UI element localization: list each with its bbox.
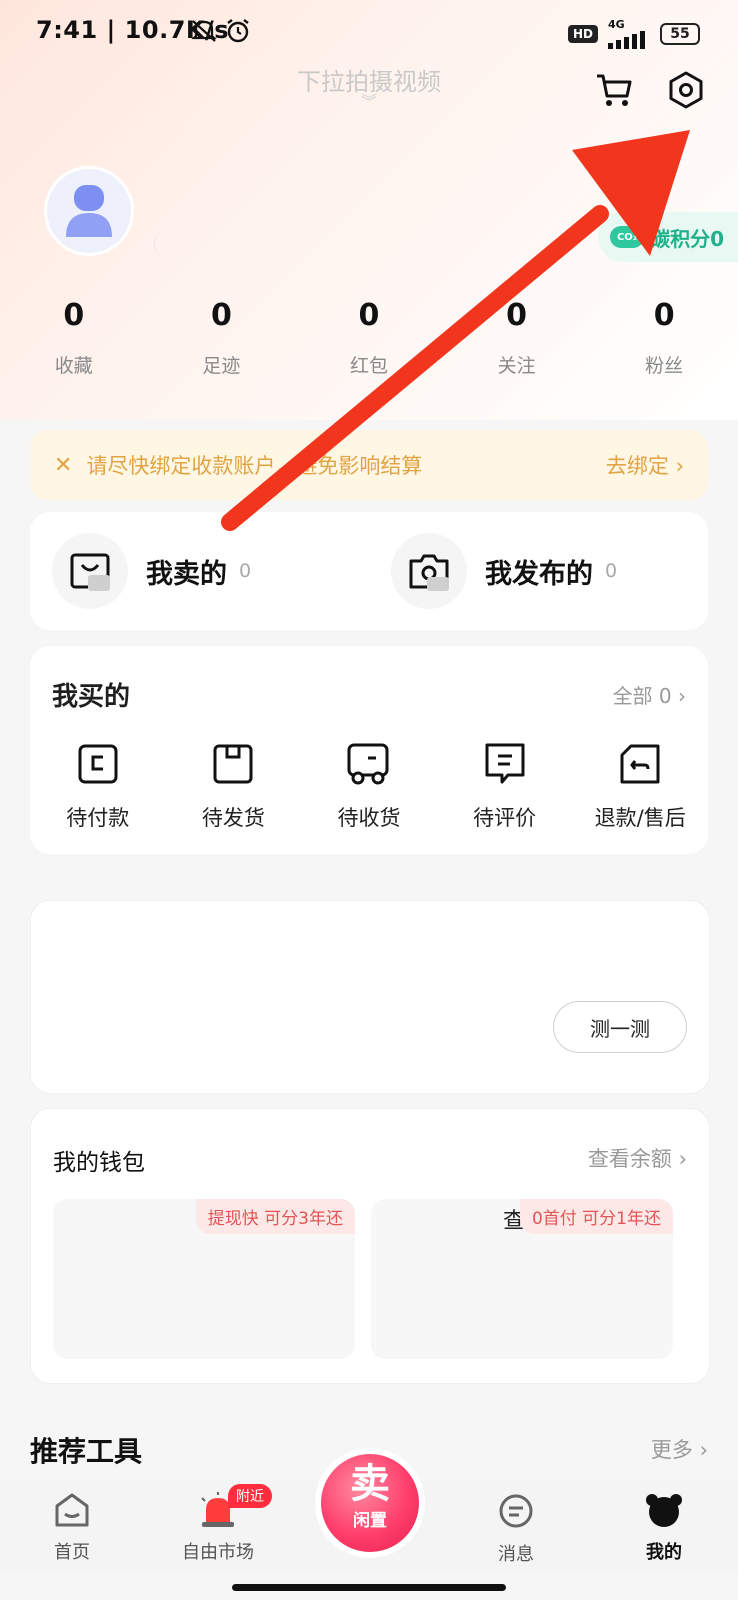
test-card: 测一测 bbox=[30, 900, 710, 1094]
alarm-icon bbox=[224, 17, 252, 49]
shopping-bag-icon bbox=[70, 553, 110, 591]
stat-value: 0 bbox=[63, 298, 85, 333]
stat-footprints[interactable]: 0 足迹 bbox=[148, 298, 296, 378]
order-label: 退款/售后 bbox=[594, 806, 686, 830]
stat-label: 红包 bbox=[349, 355, 388, 377]
mute-icon bbox=[190, 18, 218, 48]
stat-value: 0 bbox=[653, 298, 675, 333]
order-label: 待付款 bbox=[66, 806, 130, 830]
carbon-points-label: 碳积分0 bbox=[650, 226, 724, 251]
stat-label: 收藏 bbox=[54, 355, 93, 377]
stat-value: 0 bbox=[506, 298, 528, 333]
wallet-card: 我的钱包 查看余额 › 提现快 可分3年还 查 0首付 可分1年还 bbox=[30, 1108, 710, 1384]
tab-me[interactable]: 我的 bbox=[604, 1492, 724, 1564]
bind-account-banner: ✕ 请尽快绑定收款账户，避免影响结算 去绑定 › bbox=[30, 430, 708, 500]
profile-stats: 0 收藏 0 足迹 0 红包 0 关注 0 粉丝 bbox=[0, 298, 738, 378]
idle-label: 闲置 bbox=[353, 1511, 387, 1531]
comment-icon bbox=[485, 743, 525, 784]
home-icon bbox=[55, 1493, 89, 1527]
wallet-box-loan[interactable]: 提现快 可分3年还 bbox=[53, 1199, 355, 1359]
my-bought-title: 我买的 bbox=[52, 682, 131, 712]
order-label: 待发货 bbox=[201, 806, 265, 830]
stat-fans[interactable]: 0 粉丝 bbox=[590, 298, 738, 378]
wallet-tag: 0首付 可分1年还 bbox=[519, 1199, 673, 1234]
wallet-box-credit[interactable]: 查 0首付 可分1年还 bbox=[371, 1199, 673, 1359]
sell-idle-button[interactable]: 卖 闲置 bbox=[315, 1448, 425, 1558]
sp-icon-wrap bbox=[391, 533, 467, 609]
recommended-tools-title: 推荐工具 bbox=[30, 1435, 143, 1468]
default-avatar-icon bbox=[66, 185, 112, 237]
return-icon bbox=[620, 744, 660, 784]
tab-label: 消息 bbox=[498, 1544, 534, 1565]
order-pending-shipment[interactable]: 待发货 bbox=[166, 738, 302, 832]
my-sold-count: 0 bbox=[239, 560, 252, 582]
order-pending-receipt[interactable]: 待收货 bbox=[301, 738, 437, 832]
username-placeholder[interactable] bbox=[154, 232, 275, 256]
cloud-co2-icon: CO₂ bbox=[610, 226, 645, 248]
bear-avatar-icon bbox=[646, 1494, 682, 1527]
my-published-count: 0 bbox=[605, 560, 618, 582]
status-indicators: HD 4G 55 bbox=[567, 18, 700, 49]
stat-label: 足迹 bbox=[202, 355, 241, 377]
stat-value: 0 bbox=[358, 298, 380, 333]
my-sold-button[interactable]: 我卖的 0 bbox=[30, 533, 369, 609]
stat-favorites[interactable]: 0 收藏 bbox=[0, 298, 148, 378]
stat-value: 0 bbox=[210, 298, 232, 333]
wallet-tag: 提现快 可分3年还 bbox=[195, 1199, 355, 1234]
order-pending-payment[interactable]: 待付款 bbox=[30, 738, 166, 832]
view-balance-link[interactable]: 查看余额 › bbox=[588, 1143, 687, 1173]
settings-hexagon-icon bbox=[669, 71, 703, 109]
sell-publish-card: 我卖的 0 我发布的 0 bbox=[30, 512, 708, 630]
wallet-card-icon bbox=[78, 744, 118, 784]
stat-label: 关注 bbox=[497, 355, 536, 377]
order-pending-review[interactable]: 待评价 bbox=[437, 738, 573, 832]
my-bought-card: 我买的 全部 0 › 待付款 待发货 待收货 待评价 退款/售后 bbox=[30, 646, 708, 854]
status-bar: 7:41 | 10.7K/s HD 4G 55 bbox=[0, 0, 738, 64]
my-published-button[interactable]: 我发布的 0 bbox=[369, 533, 708, 609]
my-bought-all-link[interactable]: 全部 0 › bbox=[613, 680, 686, 709]
tab-messages[interactable]: 消息 bbox=[456, 1492, 576, 1566]
wallet-title: 我的钱包 bbox=[53, 1150, 145, 1176]
tab-label: 自由市场 bbox=[182, 1542, 254, 1563]
camera-icon bbox=[409, 554, 449, 591]
banner-message: 请尽快绑定收款账户，避免影响结算 bbox=[86, 454, 423, 478]
bind-account-link[interactable]: 去绑定 › bbox=[606, 450, 684, 480]
sell-label: 卖 bbox=[350, 1461, 390, 1507]
signal-icon: 4G bbox=[608, 18, 650, 49]
carbon-points-button[interactable]: CO₂ 碳积分0 bbox=[598, 212, 738, 262]
tab-label: 我的 bbox=[646, 1542, 682, 1563]
tab-home[interactable]: 首页 bbox=[12, 1492, 132, 1564]
close-icon[interactable]: ✕ bbox=[54, 453, 72, 478]
tools-more-link[interactable]: 更多 › bbox=[651, 1434, 708, 1464]
delivery-truck-icon bbox=[347, 743, 389, 785]
cart-icon bbox=[597, 74, 632, 106]
settings-button[interactable] bbox=[662, 66, 710, 114]
hd-badge: HD bbox=[567, 24, 598, 43]
home-indicator bbox=[232, 1584, 506, 1591]
stat-label: 粉丝 bbox=[645, 355, 684, 377]
nearby-badge: 附近 bbox=[228, 1484, 272, 1508]
network-label: 4G bbox=[608, 18, 625, 31]
avatar[interactable] bbox=[44, 166, 134, 256]
order-label: 待评价 bbox=[473, 806, 537, 830]
my-sold-title: 我卖的 bbox=[146, 558, 227, 590]
stat-following[interactable]: 0 关注 bbox=[443, 298, 591, 378]
sp-icon-wrap bbox=[52, 533, 128, 609]
stat-red-packets[interactable]: 0 红包 bbox=[295, 298, 443, 378]
order-refund[interactable]: 退款/售后 bbox=[572, 738, 708, 832]
order-status-row: 待付款 待发货 待收货 待评价 退款/售后 bbox=[30, 738, 708, 832]
message-icon bbox=[499, 1494, 533, 1528]
package-box-icon bbox=[213, 744, 253, 784]
battery-icon: 55 bbox=[660, 22, 700, 45]
order-label: 待收货 bbox=[337, 806, 401, 830]
tab-label: 首页 bbox=[54, 1542, 90, 1563]
my-published-title: 我发布的 bbox=[485, 558, 593, 590]
cart-button[interactable] bbox=[590, 66, 638, 114]
test-button[interactable]: 测一测 bbox=[553, 1001, 687, 1053]
